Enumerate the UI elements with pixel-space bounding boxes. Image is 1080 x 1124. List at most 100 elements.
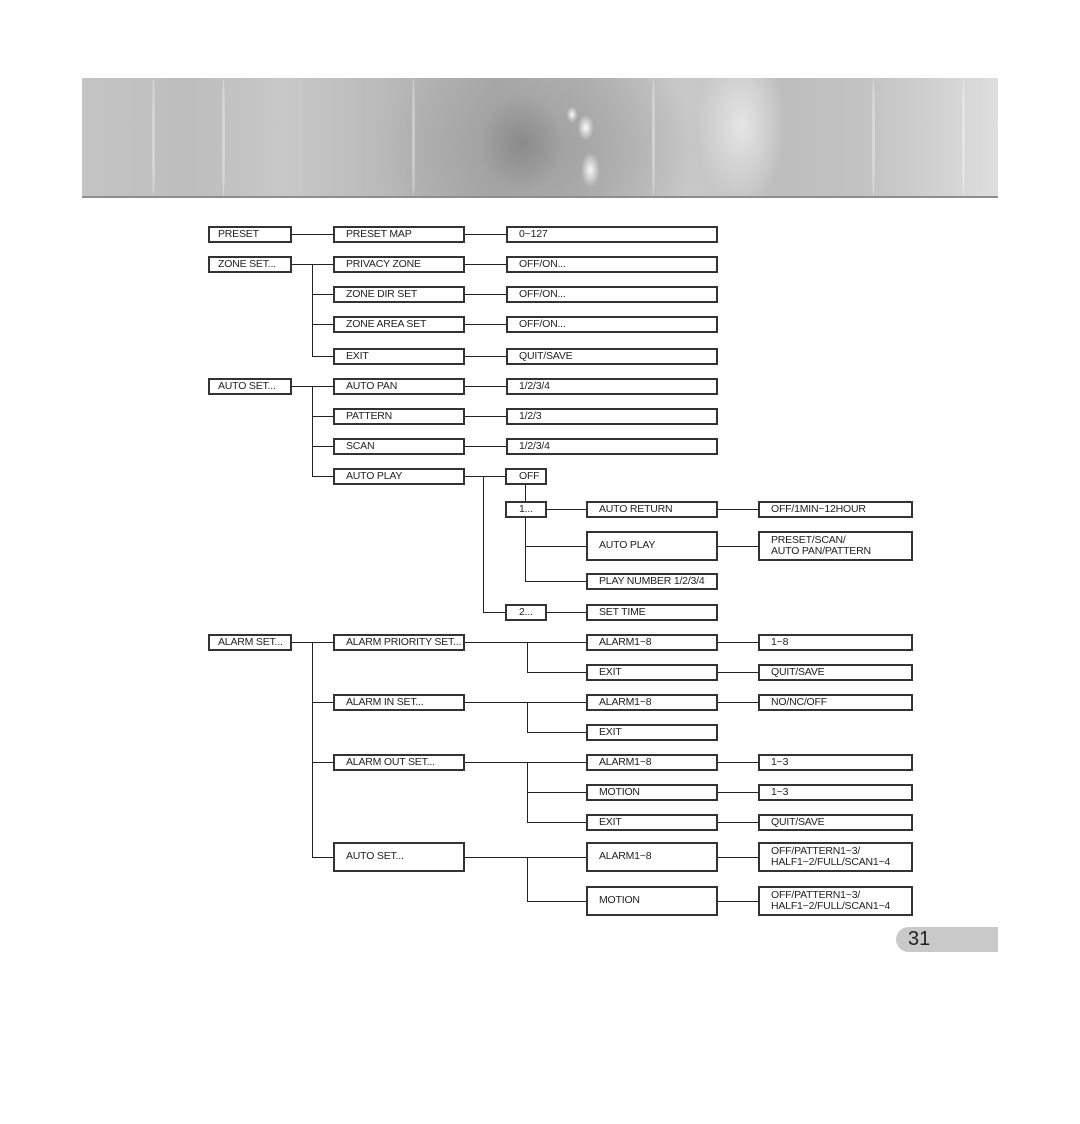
value-priority-exit: QUIT/SAVE [758,664,913,681]
connector [527,792,586,793]
value-auto-return: OFF/1MIN~12HOUR [758,501,913,518]
connector [465,642,586,643]
menu-out-alarm: ALARM1~8 [586,754,718,771]
connector [312,416,333,417]
connector [312,386,313,476]
value-auto-motion: OFF/PATTERN1~3/ HALF1~2/FULL/SCAN1~4 [758,886,913,916]
connector [525,518,526,581]
menu-in-alarm: ALARM1~8 [586,694,718,711]
connector [483,612,505,613]
value-out-motion: 1~3 [758,784,913,801]
menu-alarm-auto-set: AUTO SET... [333,842,465,872]
connector [312,762,333,763]
menu-alarm-priority-set: ALARM PRIORITY SET... [333,634,465,651]
connector [718,822,758,823]
connector [312,324,333,325]
menu-priority-exit: EXIT [586,664,718,681]
connector [547,509,586,510]
value-auto-alarm: OFF/PATTERN1~3/ HALF1~2/FULL/SCAN1~4 [758,842,913,872]
menu-set-time: SET TIME [586,604,718,621]
connector [465,416,506,417]
value-zone-area-set: OFF/ON... [506,316,718,333]
auto-play-off: OFF [505,468,547,485]
connector [312,446,333,447]
value-pattern: 1/2/3 [506,408,718,425]
connector [312,702,333,703]
menu-pattern: PATTERN [333,408,465,425]
connector [718,509,758,510]
menu-priority-alarm: ALARM1~8 [586,634,718,651]
connector [465,234,506,235]
connector [718,857,758,858]
connector [465,476,506,477]
connector [465,386,506,387]
connector [525,581,586,582]
connector [465,324,506,325]
connector [527,857,528,901]
connector [718,642,758,643]
value-out-exit: QUIT/SAVE [758,814,913,831]
value-zone-exit: QUIT/SAVE [506,348,718,365]
banner-streak [412,78,415,196]
menu-auto-motion: MOTION [586,886,718,916]
menu-out-motion: MOTION [586,784,718,801]
value-auto-pan: 1/2/3/4 [506,378,718,395]
menu-zone-exit: EXIT [333,348,465,365]
connector [312,857,333,858]
value-zone-dir-set: OFF/ON... [506,286,718,303]
connector [525,546,586,547]
banner-streak [652,78,655,196]
connector [312,476,333,477]
connector [718,702,758,703]
menu-zone-area-set: ZONE AREA SET [333,316,465,333]
connector [718,762,758,763]
value-privacy-zone: OFF/ON... [506,256,718,273]
connector [483,476,484,612]
connector [465,356,506,357]
connector [292,234,333,235]
connector [525,485,526,501]
connector [312,356,333,357]
menu-alarm-in-set: ALARM IN SET... [333,694,465,711]
menu-out-exit: EXIT [586,814,718,831]
menu-auto-play-sub: AUTO PLAY [586,531,718,561]
connector [527,822,586,823]
banner-streak [152,78,155,196]
connector [718,546,758,547]
menu-in-exit: EXIT [586,724,718,741]
connector [312,642,313,857]
connector [465,294,506,295]
banner-streak [962,78,965,196]
page-number: 31 [908,928,931,950]
connector [718,792,758,793]
value-out-alarm: 1~3 [758,754,913,771]
value-auto-play-sub: PRESET/SCAN/ AUTO PAN/PATTERN [758,531,913,561]
menu-preset: PRESET [208,226,292,243]
menu-auto-set: AUTO SET... [208,378,292,395]
menu-auto-pan: AUTO PAN [333,378,465,395]
auto-play-2: 2... [505,604,547,621]
header-banner-image [82,78,998,198]
connector [312,294,333,295]
menu-play-number: PLAY NUMBER 1/2/3/4 [586,573,718,590]
menu-zone-dir-set: ZONE DIR SET [333,286,465,303]
menu-alarm-set: ALARM SET... [208,634,292,651]
menu-auto-play: AUTO PLAY [333,468,465,485]
connector [547,612,586,613]
connector [527,702,528,732]
connector [465,264,506,265]
connector [527,901,586,902]
menu-zone-set: ZONE SET... [208,256,292,273]
connector [718,901,758,902]
value-priority-alarm: 1~8 [758,634,913,651]
connector [718,672,758,673]
connector [527,732,586,733]
value-in-alarm: NO/NC/OFF [758,694,913,711]
connector [312,264,313,356]
banner-streak [222,78,225,196]
connector [465,702,586,703]
menu-privacy-zone: PRIVACY ZONE [333,256,465,273]
connector [465,446,506,447]
menu-scan: SCAN [333,438,465,455]
connector [465,762,586,763]
